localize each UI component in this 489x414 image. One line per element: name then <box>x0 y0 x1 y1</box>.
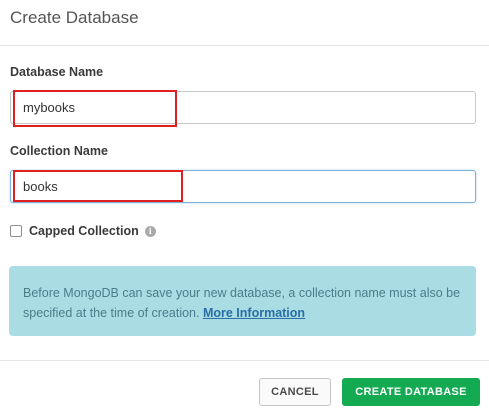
footer-divider <box>0 360 489 361</box>
capped-collection-label[interactable]: Capped Collection <box>29 224 139 238</box>
info-icon[interactable]: i <box>144 225 156 237</box>
capped-collection-row: Capped Collection i <box>10 223 156 239</box>
dialog-header: Create Database <box>0 0 489 46</box>
collection-name-label: Collection Name <box>10 144 108 158</box>
more-information-link[interactable]: More Information <box>203 306 305 320</box>
info-text: Before MongoDB can save your new databas… <box>23 283 463 323</box>
cancel-button[interactable]: CANCEL <box>259 378 331 406</box>
capped-collection-checkbox[interactable] <box>10 225 22 237</box>
create-database-button[interactable]: CREATE DATABASE <box>342 378 480 406</box>
collection-name-input[interactable] <box>10 170 476 203</box>
info-box: Before MongoDB can save your new databas… <box>9 266 476 336</box>
database-name-label: Database Name <box>10 65 104 79</box>
dialog-title: Create Database <box>10 8 139 27</box>
database-name-input[interactable] <box>10 91 476 124</box>
